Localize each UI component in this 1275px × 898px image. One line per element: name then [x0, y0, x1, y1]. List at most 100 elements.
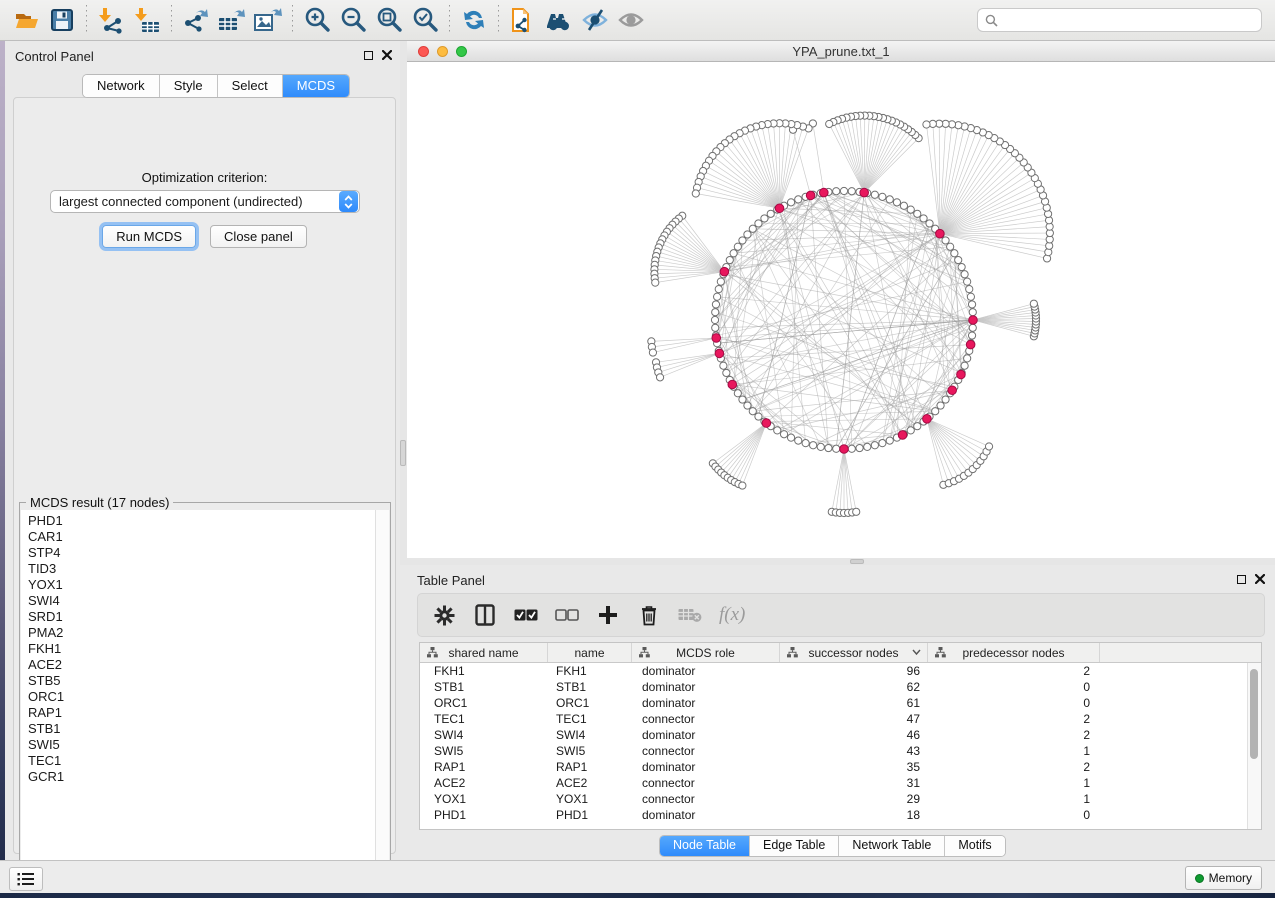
- horizontal-split-divider[interactable]: [400, 558, 1275, 565]
- delete-column-icon[interactable]: [637, 603, 661, 627]
- table-row[interactable]: FKH1FKH1dominator962: [420, 663, 1261, 679]
- select-all-icon[interactable]: [514, 603, 538, 627]
- share-document-icon[interactable]: [505, 3, 541, 37]
- table-cell: connector: [632, 775, 780, 791]
- divider-grip[interactable]: [850, 559, 864, 564]
- list-item[interactable]: SRD1: [21, 609, 375, 625]
- tab-network[interactable]: Network: [83, 75, 160, 97]
- list-item[interactable]: GCR1: [21, 769, 375, 785]
- zoom-out-icon[interactable]: [335, 3, 371, 37]
- table-panel: Table Panel: [407, 565, 1275, 860]
- table-cell: connector: [632, 791, 780, 807]
- open-file-icon[interactable]: [8, 3, 44, 37]
- table-row[interactable]: ACE2ACE2connector311: [420, 775, 1261, 791]
- list-item[interactable]: RAP1: [21, 705, 375, 721]
- table-row[interactable]: YOX1YOX1connector291: [420, 791, 1261, 807]
- tab-network-table[interactable]: Network Table: [839, 836, 945, 856]
- table-cell: 2: [928, 663, 1100, 679]
- hide-selected-eye-icon[interactable]: [577, 3, 613, 37]
- table-cell: 0: [928, 807, 1100, 823]
- deselect-all-icon[interactable]: [555, 603, 579, 627]
- tab-style[interactable]: Style: [160, 75, 218, 97]
- table-row[interactable]: RAP1RAP1dominator352: [420, 759, 1261, 775]
- table-row[interactable]: STB1STB1dominator620: [420, 679, 1261, 695]
- list-item[interactable]: YOX1: [21, 577, 375, 593]
- table-cell: SWI4: [420, 727, 548, 743]
- list-item[interactable]: SWI4: [21, 593, 375, 609]
- run-mcds-button[interactable]: Run MCDS: [102, 225, 196, 248]
- list-item[interactable]: PMA2: [21, 625, 375, 641]
- search-input[interactable]: [1003, 12, 1261, 29]
- save-session-icon[interactable]: [44, 3, 80, 37]
- zoom-selected-icon[interactable]: [407, 3, 443, 37]
- tab-mcds[interactable]: MCDS: [283, 75, 349, 97]
- split-columns-icon[interactable]: [473, 603, 497, 627]
- search-binoculars-icon[interactable]: [541, 3, 577, 37]
- list-item[interactable]: STB1: [21, 721, 375, 737]
- network-svg[interactable]: [407, 62, 1275, 558]
- list-item[interactable]: STB5: [21, 673, 375, 689]
- vertical-split-divider[interactable]: [400, 41, 407, 558]
- zoom-in-icon[interactable]: [299, 3, 335, 37]
- zoom-fit-icon[interactable]: [371, 3, 407, 37]
- column-header-name[interactable]: name: [548, 643, 632, 662]
- list-item[interactable]: ORC1: [21, 689, 375, 705]
- tab-motifs[interactable]: Motifs: [945, 836, 1004, 856]
- close-panel-icon[interactable]: [1255, 574, 1265, 584]
- search-field[interactable]: [977, 8, 1262, 32]
- show-eye-icon[interactable]: [613, 3, 649, 37]
- list-item[interactable]: CAR1: [21, 529, 375, 545]
- import-table-icon[interactable]: [129, 3, 165, 37]
- list-item[interactable]: ACE2: [21, 657, 375, 673]
- column-header-mcds-role[interactable]: MCDS role: [632, 643, 780, 662]
- main-toolbar: [0, 0, 1275, 41]
- column-header-successor-nodes[interactable]: successor nodes: [780, 643, 928, 662]
- list-item[interactable]: STP4: [21, 545, 375, 561]
- divider-grip[interactable]: [400, 440, 406, 466]
- list-item[interactable]: FKH1: [21, 641, 375, 657]
- column-header-shared-name[interactable]: shared name: [420, 643, 548, 662]
- export-table-icon[interactable]: [214, 3, 250, 37]
- import-network-icon[interactable]: [93, 3, 129, 37]
- column-header-predecessor-nodes[interactable]: predecessor nodes: [928, 643, 1100, 662]
- close-panel-button[interactable]: Close panel: [210, 225, 307, 248]
- float-panel-icon[interactable]: [364, 51, 373, 60]
- table-cell: RAP1: [420, 759, 548, 775]
- refresh-layout-icon[interactable]: [456, 3, 492, 37]
- control-panel: Control Panel Network Style Select MCDS …: [5, 41, 402, 860]
- add-column-icon[interactable]: [596, 603, 620, 627]
- table-cell: 18: [780, 807, 928, 823]
- tab-node-table[interactable]: Node Table: [660, 836, 750, 856]
- export-network-icon[interactable]: [178, 3, 214, 37]
- export-image-icon[interactable]: [250, 3, 286, 37]
- optimization-criterion-select[interactable]: largest connected component (undirected): [50, 190, 360, 213]
- table-row[interactable]: ORC1ORC1dominator610: [420, 695, 1261, 711]
- memory-button[interactable]: Memory: [1185, 866, 1262, 890]
- table-row[interactable]: PHD1PHD1dominator180: [420, 807, 1261, 823]
- tab-edge-table[interactable]: Edge Table: [750, 836, 839, 856]
- scrollbar-thumb[interactable]: [1250, 669, 1258, 759]
- mcds-list-scrollbar[interactable]: [375, 510, 389, 870]
- task-history-button[interactable]: [9, 867, 43, 891]
- table-row[interactable]: TEC1TEC1connector472: [420, 711, 1261, 727]
- list-item[interactable]: TID3: [21, 561, 375, 577]
- hierarchy-icon: [935, 647, 946, 658]
- network-window-titlebar[interactable]: YPA_prune.txt_1: [407, 41, 1275, 62]
- close-panel-icon[interactable]: [382, 50, 392, 60]
- list-item[interactable]: TEC1: [21, 753, 375, 769]
- tab-select[interactable]: Select: [218, 75, 283, 97]
- table-cell: 0: [928, 695, 1100, 711]
- table-cell: dominator: [632, 679, 780, 695]
- table-row[interactable]: SWI5SWI5connector431: [420, 743, 1261, 759]
- table-scrollbar[interactable]: [1247, 663, 1261, 830]
- float-panel-icon[interactable]: [1237, 575, 1246, 584]
- mcds-result-group-title: MCDS result (17 nodes): [26, 495, 173, 510]
- delete-table-icon-disabled: [678, 603, 702, 627]
- gear-icon[interactable]: [432, 603, 456, 627]
- table-cell: SWI5: [420, 743, 548, 759]
- list-item[interactable]: SWI5: [21, 737, 375, 753]
- list-item[interactable]: PHD1: [21, 513, 375, 529]
- network-canvas[interactable]: [407, 62, 1275, 558]
- mcds-result-list[interactable]: PHD1CAR1STP4TID3YOX1SWI4SRD1PMA2FKH1ACE2…: [21, 510, 376, 870]
- table-row[interactable]: SWI4SWI4dominator462: [420, 727, 1261, 743]
